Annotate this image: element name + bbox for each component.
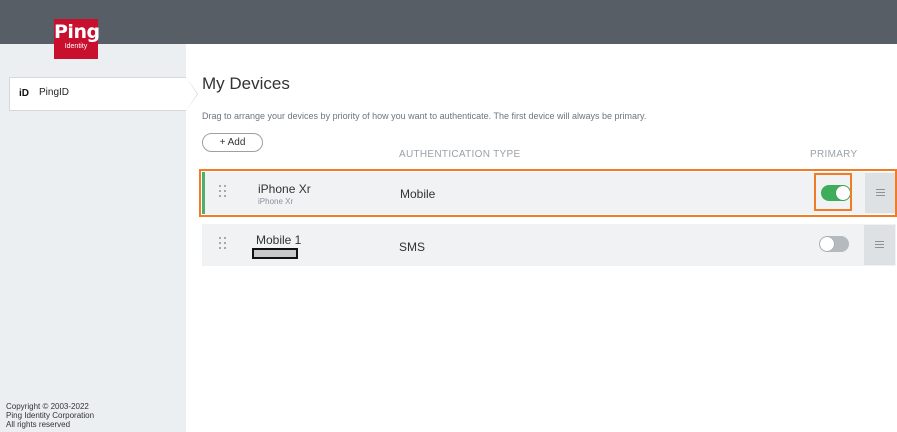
ping-logo: Ping Identity — [54, 19, 100, 59]
add-device-button[interactable]: + Add — [202, 133, 263, 152]
device-auth-type: SMS — [399, 240, 426, 254]
device-row[interactable]: iPhone Xr iPhone Xr Mobile — [202, 172, 896, 214]
device-auth-type: Mobile — [400, 187, 436, 201]
primary-toggle[interactable] — [819, 236, 849, 252]
logo-subtext: Identity — [64, 43, 88, 50]
sidebar-item-label: PingID — [39, 87, 70, 98]
sidebar-item-pingid[interactable]: iD PingID — [9, 77, 198, 111]
top-bar — [0, 0, 897, 44]
toggle-highlight-outline — [814, 173, 852, 211]
device-subname: iPhone Xr — [258, 197, 294, 206]
active-arrow-fill — [186, 77, 197, 111]
device-name: Mobile 1 — [256, 233, 302, 247]
redacted-phone-number — [252, 248, 298, 259]
copyright-line: Ping Identity Corporation — [6, 411, 95, 420]
device-menu-button[interactable] — [865, 173, 896, 213]
logo-text: Ping — [54, 21, 100, 43]
drag-handle-icon[interactable] — [219, 237, 229, 253]
id-icon: iD — [19, 88, 29, 99]
column-header-auth-type: AUTHENTICATION TYPE — [399, 149, 521, 160]
copyright-line: Copyright © 2003-2022 — [6, 402, 89, 411]
device-row[interactable]: Mobile 1 SMS — [202, 224, 896, 266]
toggle-knob — [820, 237, 834, 251]
page-title: My Devices — [202, 74, 290, 93]
column-header-primary: PRIMARY — [810, 149, 858, 160]
copyright-line: All rights reserved — [6, 420, 71, 429]
device-menu-button[interactable] — [864, 225, 895, 265]
copyright-notice: Copyright © 2003-2022 Ping Identity Corp… — [6, 402, 94, 429]
page-description: Drag to arrange your devices by priority… — [202, 111, 647, 121]
drag-handle-icon[interactable] — [219, 185, 229, 201]
device-name: iPhone Xr — [258, 182, 311, 196]
